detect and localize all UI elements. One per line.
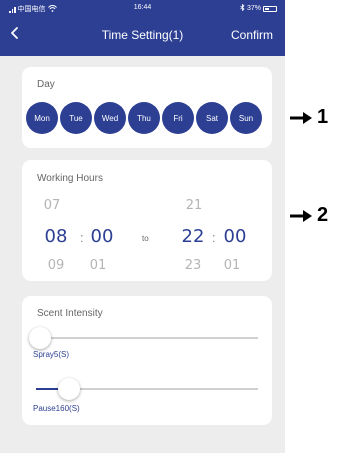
day-button-sun[interactable]: Sun: [230, 102, 262, 134]
start-hour-selected[interactable]: 08: [36, 226, 76, 247]
start-minute-selected[interactable]: 00: [82, 226, 122, 247]
confirm-button[interactable]: Confirm: [231, 28, 273, 42]
day-button-wed[interactable]: Wed: [94, 102, 126, 134]
pause-slider[interactable]: [36, 378, 258, 400]
spray-slider-thumb[interactable]: [29, 327, 52, 349]
scent-intensity-label: Scent Intensity: [37, 308, 103, 319]
callout-2: 2: [289, 204, 328, 227]
status-bar: 中国电信 16:44 37%: [0, 0, 285, 17]
scent-intensity-card: Scent Intensity Spray5(S) Pause160(S): [22, 296, 272, 425]
day-button-tue[interactable]: Tue: [60, 102, 92, 134]
day-card: Day Mon Tue Wed Thu Fri Sat Sun: [22, 67, 272, 148]
end-minute-selected[interactable]: 00: [215, 226, 255, 247]
day-selector: Mon Tue Wed Thu Fri Sat Sun: [26, 102, 262, 134]
top-bar: 中国电信 16:44 37% Time Setting(1) Confirm: [0, 0, 285, 56]
end-hour-next[interactable]: 23: [173, 258, 213, 273]
pause-slider-thumb[interactable]: [58, 378, 81, 400]
spray-slider[interactable]: [29, 327, 258, 349]
pause-label: Pause160(S): [33, 404, 80, 413]
working-hours-card: Working Hours 07 08 : 00 09 01 to 21 22 …: [22, 160, 272, 281]
end-hour-selected[interactable]: 22: [173, 226, 213, 247]
day-button-thu[interactable]: Thu: [128, 102, 160, 134]
end-hour-prev[interactable]: 21: [174, 198, 214, 213]
to-separator: to: [142, 234, 149, 243]
start-hour-next[interactable]: 09: [36, 258, 76, 273]
battery-icon: [263, 5, 277, 12]
day-button-sat[interactable]: Sat: [196, 102, 228, 134]
battery-percent: 37%: [246, 5, 261, 12]
start-minute-next[interactable]: 01: [78, 258, 118, 273]
spray-label: Spray5(S): [33, 350, 70, 359]
callout-2-number: 2: [317, 204, 329, 226]
arrow-right-icon: [290, 209, 312, 222]
day-button-mon[interactable]: Mon: [26, 102, 58, 134]
phone-screen: 中国电信 16:44 37% Time Setting(1) Confirm D…: [0, 0, 285, 453]
day-label: Day: [37, 79, 55, 90]
day-button-fri[interactable]: Fri: [162, 102, 194, 134]
callout-1: 1: [289, 106, 328, 129]
working-hours-label: Working Hours: [37, 173, 103, 184]
bluetooth-icon: [240, 3, 245, 13]
nav-bar: Time Setting(1) Confirm: [0, 17, 285, 56]
arrow-right-icon: [290, 111, 312, 124]
callout-1-number: 1: [317, 106, 329, 128]
start-hour-prev[interactable]: 07: [32, 198, 72, 213]
status-right: 37%: [240, 3, 277, 13]
end-minute-next[interactable]: 01: [212, 258, 252, 273]
